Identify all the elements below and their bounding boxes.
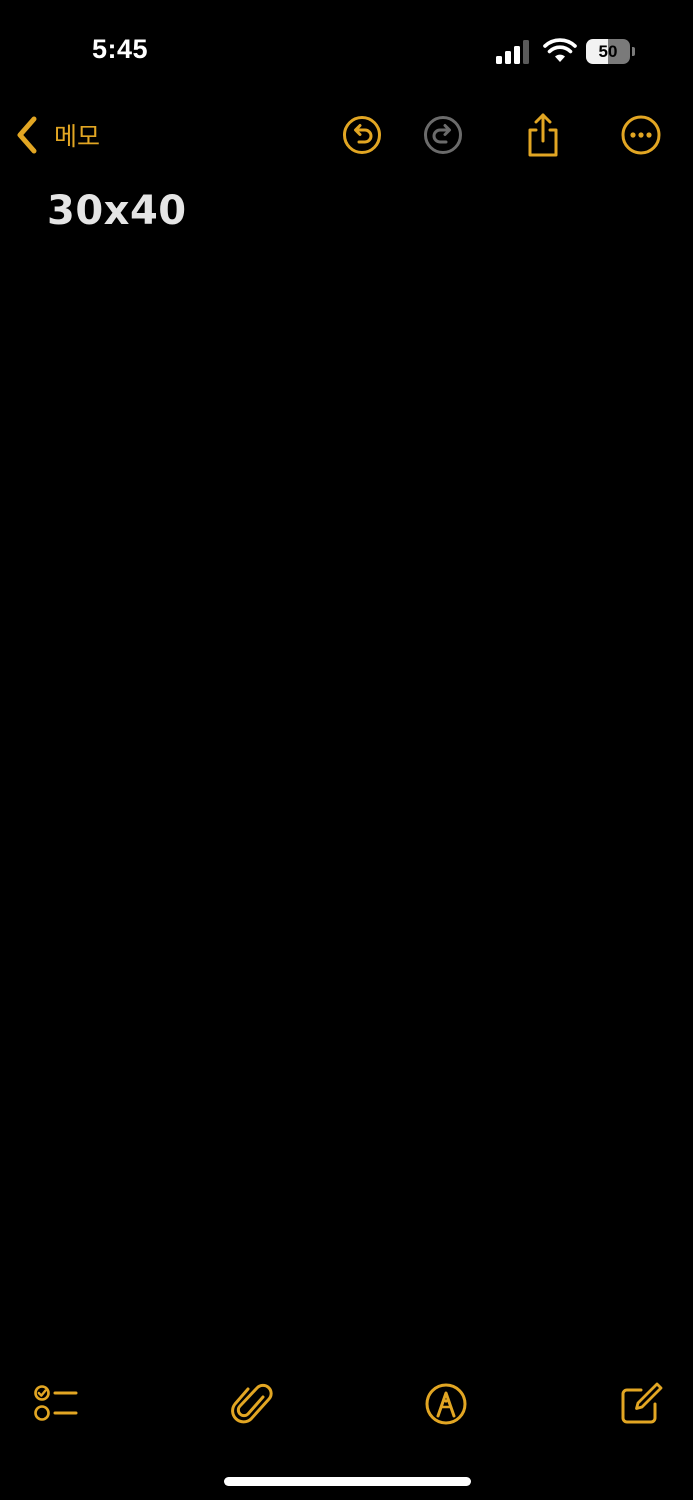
checklist-icon <box>34 1385 78 1421</box>
battery-icon: 50 <box>586 39 636 64</box>
note-title[interactable]: 30x40 <box>47 188 647 234</box>
share-button[interactable] <box>521 113 565 157</box>
battery-level: 50 <box>598 42 618 61</box>
wifi-icon <box>543 38 577 64</box>
compose-button[interactable] <box>617 1380 665 1428</box>
ellipsis-circle-icon <box>621 115 661 155</box>
share-icon <box>528 113 558 157</box>
note-editor[interactable]: 30x40 <box>47 188 647 234</box>
back-button[interactable]: 메모 <box>14 113 100 157</box>
attachment-button[interactable] <box>229 1380 277 1428</box>
back-button-label: 메모 <box>54 122 101 151</box>
more-button[interactable] <box>619 113 663 157</box>
paperclip-icon <box>231 1383 273 1424</box>
battery-body: 50 <box>586 39 630 64</box>
pen-tip-circle-icon <box>425 1383 467 1425</box>
bottom-toolbar <box>0 1370 693 1440</box>
redo-icon <box>424 116 462 154</box>
home-indicator[interactable] <box>224 1477 471 1486</box>
status-time: 5:45 <box>92 34 149 64</box>
compose-icon <box>621 1382 663 1424</box>
markup-button[interactable] <box>422 1380 470 1428</box>
status-bar: 5:45 50 <box>0 0 693 100</box>
chevron-left-icon <box>17 116 37 154</box>
navigation-bar: 메모 <box>0 105 693 165</box>
checklist-button[interactable] <box>31 1380 79 1428</box>
cellular-signal-icon <box>496 40 532 64</box>
undo-button[interactable] <box>340 113 384 157</box>
undo-icon <box>343 116 381 154</box>
redo-button[interactable] <box>421 113 465 157</box>
battery-cap <box>632 47 635 56</box>
